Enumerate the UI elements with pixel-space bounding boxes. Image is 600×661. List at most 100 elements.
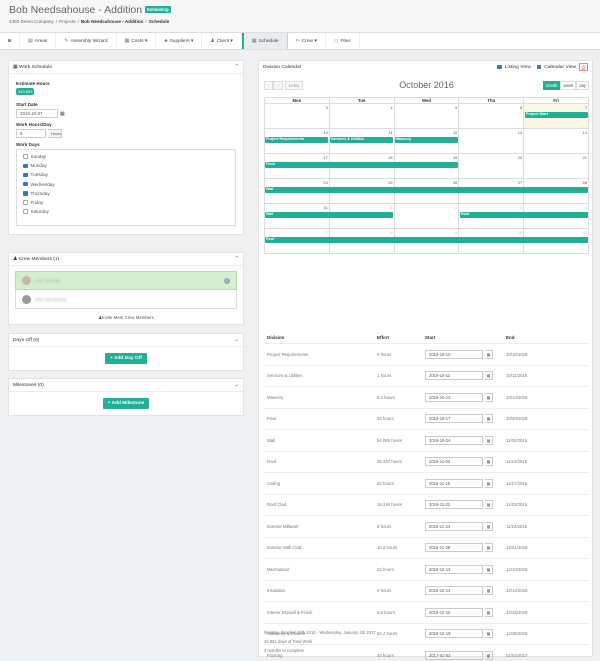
day-view-button[interactable]: day xyxy=(576,81,589,90)
start-date-input[interactable]: 2016-11-28 xyxy=(425,543,483,553)
chevron-up-icon[interactable]: ⌃ xyxy=(234,64,239,70)
start-date-input[interactable]: 2016-10-07 xyxy=(16,109,58,118)
nav-item-crew[interactable]: ✄ Crew ▾ xyxy=(288,33,326,49)
chevron-down-icon[interactable]: ⌄ xyxy=(234,337,239,343)
checkbox[interactable] xyxy=(23,209,28,214)
next-month-button[interactable]: › xyxy=(273,81,283,90)
checkbox[interactable] xyxy=(23,154,28,159)
calendar-event[interactable]: Services & Utilities xyxy=(330,137,393,143)
hours-day-input[interactable]: 8 xyxy=(16,129,46,138)
print-button[interactable]: ⎙ xyxy=(579,63,588,71)
calendar-picker-icon[interactable]: ▦ xyxy=(485,371,493,381)
breadcrumb-item[interactable]: Bob Needsahouse - Addition xyxy=(81,19,144,24)
nav-item-suppliers[interactable]: ♣ Suppliers ▾ xyxy=(156,33,203,49)
calendar-picker-icon[interactable]: ▦ xyxy=(485,457,493,467)
nav-item-files[interactable]: ▭ Files xyxy=(326,33,360,49)
add-milestone-button[interactable]: + Add Milestone xyxy=(102,398,150,409)
start-date-input[interactable]: 2016-12-15 xyxy=(425,607,483,617)
checkbox[interactable] xyxy=(23,200,28,205)
crew-member-row[interactable]: Elsy Olmebriom xyxy=(15,290,237,309)
calendar-event[interactable]: Wall xyxy=(265,212,393,218)
start-date-input[interactable]: 2016-10-24 xyxy=(425,435,483,445)
start-date-input[interactable]: 2016-10-11 xyxy=(425,371,483,381)
start-date-input[interactable]: 2016-11-03 xyxy=(425,457,483,467)
calendar-view-checkbox[interactable] xyxy=(536,64,542,70)
calendar-picker-icon[interactable]: ▦ xyxy=(485,629,493,639)
work-day-saturday[interactable]: Saturday xyxy=(23,207,229,216)
checkbox[interactable] xyxy=(23,181,28,187)
calendar-picker-icon[interactable]: ▦ xyxy=(485,500,493,510)
calendar-day[interactable]: 5 xyxy=(395,104,460,128)
calendar-day[interactable]: 3 xyxy=(265,104,330,128)
summary-days: 42.851 days of Total Work xyxy=(264,639,313,644)
calendar-event[interactable]: Roof xyxy=(265,237,588,243)
crew-panel: ♟ Crew Members (1) ⌃ Gus Ispuelle ✓ Elsy … xyxy=(8,252,244,325)
calendar-picker-icon[interactable]: ▦ xyxy=(485,435,493,445)
calendar-picker-icon[interactable]: ▦ xyxy=(485,564,493,574)
calendar-day[interactable]: 20 xyxy=(459,154,525,178)
calendar-day[interactable]: 13 xyxy=(459,129,525,153)
start-date-input[interactable]: 2016-11-21 xyxy=(425,500,483,510)
calendar-day[interactable]: 2 xyxy=(395,204,460,228)
calendar-picker-icon[interactable]: ▦ xyxy=(485,607,493,617)
work-day-tuesday[interactable]: Tuesday xyxy=(23,170,229,179)
calendar-event[interactable]: Project Start xyxy=(525,112,588,118)
calendar-event[interactable]: Wall xyxy=(265,187,588,193)
calendar-picker-icon[interactable]: ▦ xyxy=(485,521,493,531)
start-date-input[interactable]: 2016-12-14 xyxy=(425,586,483,596)
nav-item-schedule[interactable]: ▦ Schedule xyxy=(241,33,288,49)
start-date-input[interactable]: 2016-10-12 xyxy=(425,392,483,402)
week-view-button[interactable]: week xyxy=(560,81,577,90)
calendar-picker-icon[interactable]: ▦ xyxy=(485,349,493,359)
month-view-button[interactable]: month xyxy=(542,81,561,90)
nav-item-dashboard[interactable]: ◙ xyxy=(0,33,21,49)
calendar-picker-icon[interactable]: ▦ xyxy=(485,543,493,553)
calendar-picker-icon[interactable]: ▦ xyxy=(485,478,493,488)
checkbox[interactable] xyxy=(23,163,28,169)
start-date-input[interactable]: 2016-11-24 xyxy=(425,521,483,531)
calendar-picker-icon[interactable]: ▦ xyxy=(485,414,493,424)
chevron-up-icon[interactable]: ⌃ xyxy=(234,256,239,262)
breadcrumb-item[interactable]: Projects xyxy=(59,19,76,24)
work-day-friday[interactable]: Friday xyxy=(23,198,229,207)
breadcrumb-item[interactable]: 4360 Demo Company xyxy=(9,19,54,24)
start-date-input[interactable]: 2016-10-10 xyxy=(425,349,483,359)
breadcrumb-item[interactable]: Schedule xyxy=(149,19,169,24)
listing-view-checkbox[interactable] xyxy=(497,64,502,70)
start-date-input[interactable]: 2017-01-02 xyxy=(425,650,483,660)
nav-item-costs[interactable]: ▦ Costs ▾ xyxy=(117,33,157,49)
start-date-input[interactable]: 2016-10-17 xyxy=(425,414,483,424)
work-day-monday[interactable]: Monday xyxy=(23,161,229,170)
nav-item-areas[interactable]: ▤ Areas xyxy=(20,33,57,49)
calendar-event[interactable]: Masonry xyxy=(395,137,458,143)
division-effort: 8 hours xyxy=(377,523,392,529)
start-date-input[interactable]: 2016-11-15 xyxy=(425,478,483,488)
work-day-thursday[interactable]: Thursday xyxy=(23,189,229,198)
calendar-event[interactable]: Roof xyxy=(460,212,588,218)
division-end: 12/29/2016 xyxy=(506,631,528,637)
start-date-input[interactable]: 2016-12-13 xyxy=(425,564,483,574)
calendar-picker-icon[interactable]: ▦ xyxy=(485,650,493,660)
add-day-off-button[interactable]: + Add Day Off xyxy=(105,353,147,364)
checkbox[interactable] xyxy=(23,191,28,196)
calendar-picker-icon[interactable]: ▦ xyxy=(485,586,493,596)
calendar-picker-icon[interactable]: ▦ xyxy=(60,111,65,117)
crew-member-row[interactable]: Gus Ispuelle ✓ xyxy=(15,271,237,290)
prev-month-button[interactable]: ‹ xyxy=(264,81,274,90)
today-button[interactable]: today xyxy=(284,81,304,90)
calendar-event[interactable]: Project Requirements xyxy=(265,137,328,143)
chevron-down-icon[interactable]: ⌄ xyxy=(234,382,239,388)
calendar-day[interactable]: 14 xyxy=(524,129,588,153)
calendar-event[interactable]: Floor xyxy=(265,162,458,168)
work-day-wednesday[interactable]: Wednesday xyxy=(23,180,229,189)
calendar-day[interactable]: 21 xyxy=(524,154,588,178)
work-day-sunday[interactable]: Sunday xyxy=(23,152,229,161)
nav-item-client[interactable]: ♟ Client ▾ xyxy=(202,33,242,49)
checkbox[interactable] xyxy=(23,172,28,178)
calendar-picker-icon[interactable]: ▦ xyxy=(485,392,493,402)
calendar-day[interactable]: 4 xyxy=(330,104,395,128)
nav-item-assemblywizard[interactable]: ✎ Assembly Wizard xyxy=(56,33,117,49)
start-date-input[interactable]: 2016-12-19 xyxy=(425,629,483,639)
calendar-day[interactable]: 6 xyxy=(459,104,525,128)
invite-crew-link[interactable]: ♟Invite More Crew Members xyxy=(9,309,243,324)
